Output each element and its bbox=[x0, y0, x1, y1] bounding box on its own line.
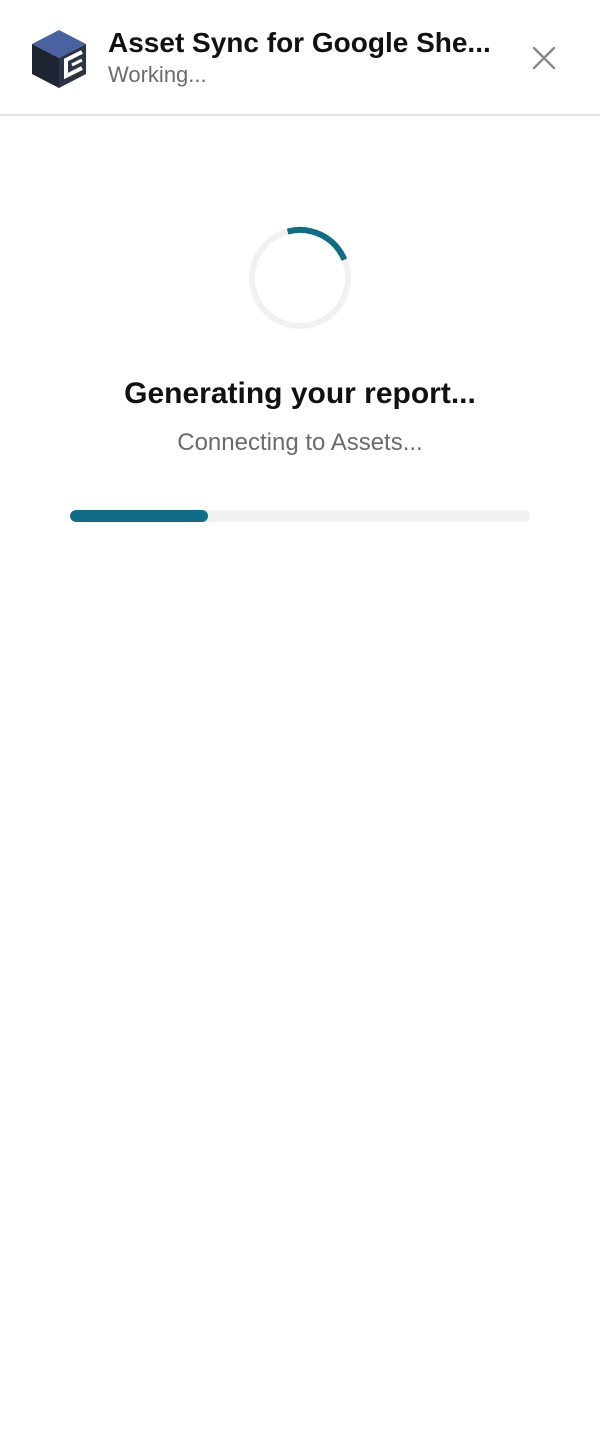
progress-bar bbox=[70, 510, 530, 522]
cube-logo-icon bbox=[28, 28, 90, 90]
app-status: Working... bbox=[108, 62, 207, 87]
progress-bar-fill bbox=[70, 510, 208, 522]
panel-header: Asset Sync for Google She... Working... bbox=[0, 0, 600, 116]
status-subtext: Connecting to Assets... bbox=[177, 429, 423, 456]
close-button[interactable] bbox=[524, 38, 564, 78]
header-titles: Asset Sync for Google She... Working... bbox=[108, 26, 498, 90]
sidebar-panel: Asset Sync for Google She... Working... … bbox=[0, 0, 600, 1440]
app-title: Asset Sync for Google She... bbox=[108, 27, 491, 58]
close-icon bbox=[532, 46, 556, 70]
loading-spinner-icon bbox=[246, 224, 354, 332]
status-heading: Generating your report... bbox=[124, 377, 476, 410]
